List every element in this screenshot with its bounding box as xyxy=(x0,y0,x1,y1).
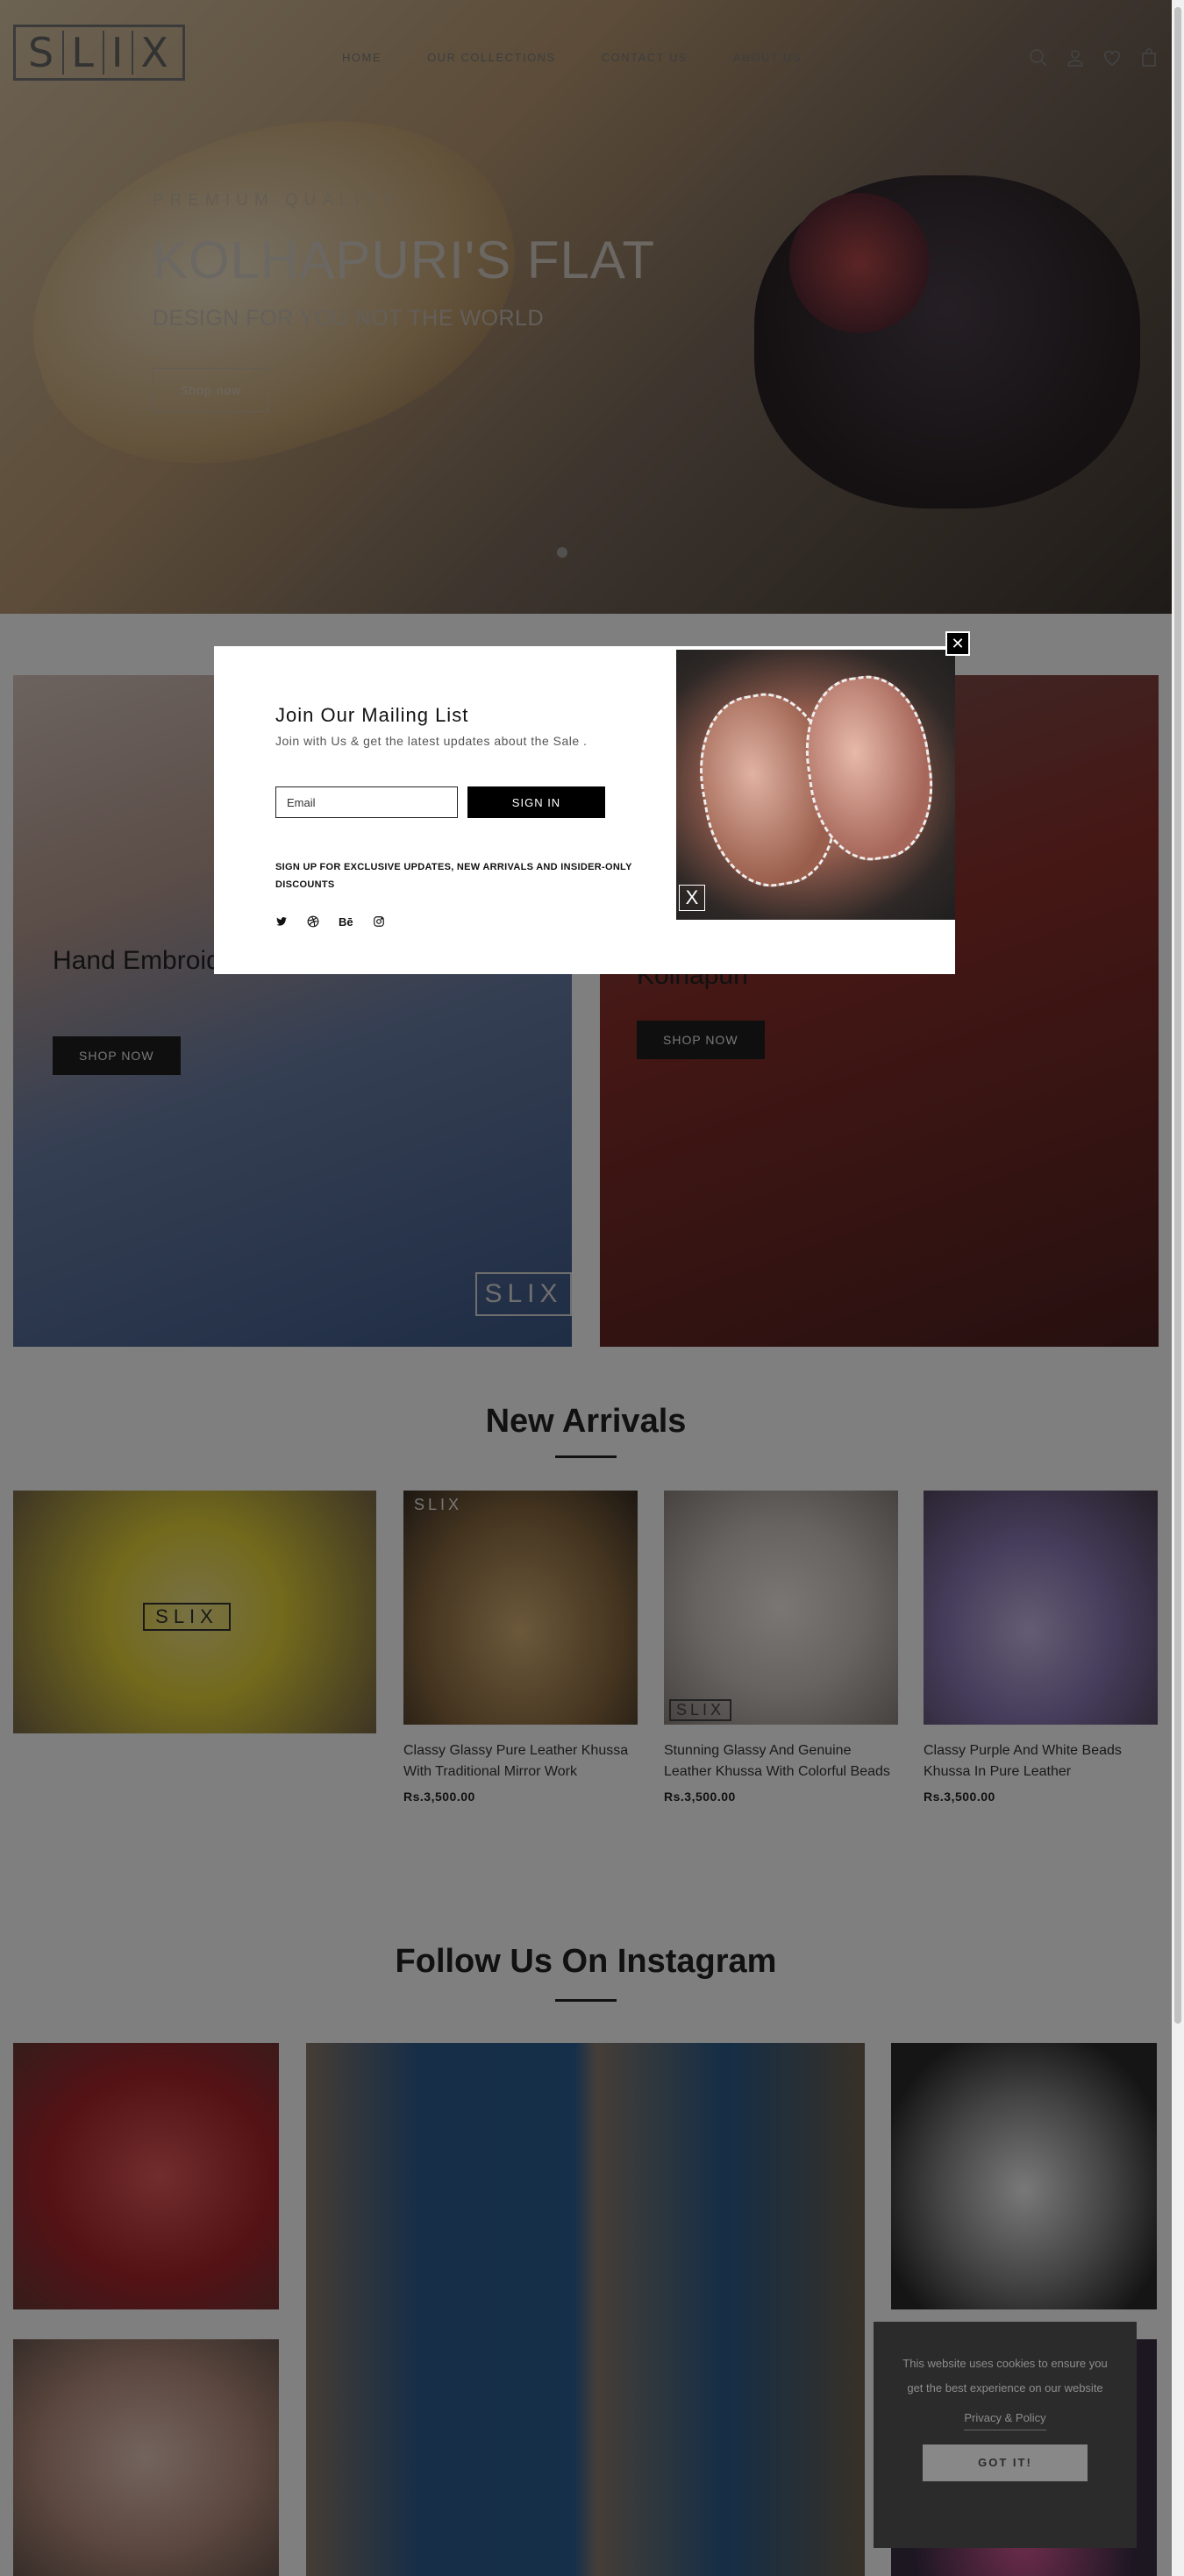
cookie-text: This website uses cookies to ensure you … xyxy=(902,2357,1108,2395)
cookie-accept-button[interactable]: GOT IT! xyxy=(923,2444,1088,2481)
email-input[interactable]: Email xyxy=(275,786,458,818)
modal-fine-print: SIGN UP FOR EXCLUSIVE UPDATES, NEW ARRIV… xyxy=(275,862,632,890)
social-links: Bē xyxy=(275,915,385,929)
sign-in-button[interactable]: SIGN IN xyxy=(467,786,605,818)
modal-close-icon[interactable]: ✕ xyxy=(945,631,970,656)
scrollbar-thumb[interactable] xyxy=(1174,7,1181,2024)
modal-title: Join Our Mailing List xyxy=(275,704,469,726)
newsletter-modal: Join Our Mailing List Join with Us & get… xyxy=(214,631,970,974)
instagram-icon[interactable] xyxy=(373,915,385,928)
image-close-icon[interactable]: X xyxy=(679,885,705,911)
modal-subtitle: Join with Us & get the latest updates ab… xyxy=(275,734,588,748)
scrollbar[interactable] xyxy=(1172,0,1184,2576)
privacy-policy-link[interactable]: Privacy & Policy xyxy=(964,2411,1046,2430)
behance-icon[interactable]: Bē xyxy=(339,915,353,929)
modal-backdrop[interactable] xyxy=(0,0,1172,2576)
cookie-banner: This website uses cookies to ensure you … xyxy=(874,2322,1137,2548)
dribbble-icon[interactable] xyxy=(307,915,319,928)
twitter-icon[interactable] xyxy=(275,915,288,928)
modal-product-image xyxy=(676,650,955,920)
